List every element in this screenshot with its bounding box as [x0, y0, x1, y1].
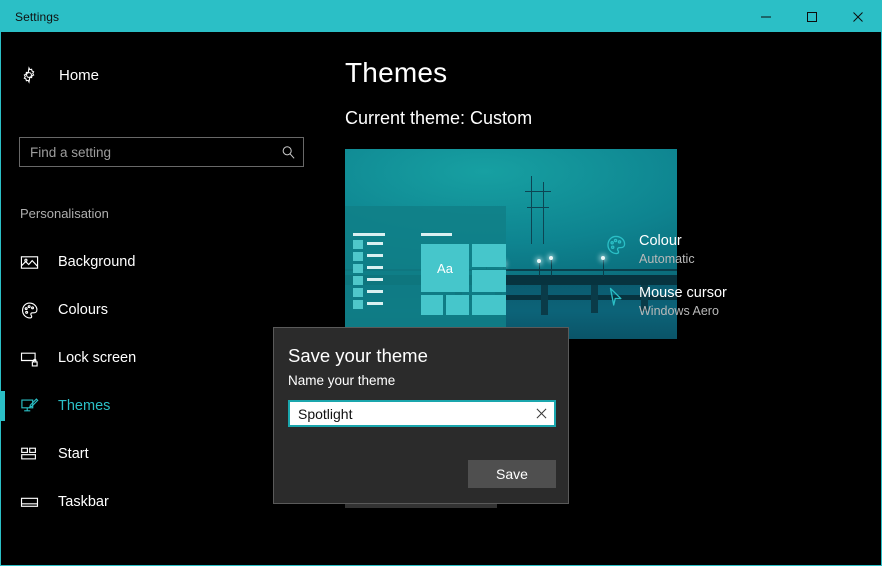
- dialog-save-button[interactable]: Save: [468, 460, 556, 488]
- sidebar-item-label: Start: [58, 446, 89, 462]
- sidebar-item-label: Themes: [58, 398, 111, 414]
- mock-line: [421, 233, 452, 236]
- gear-icon: [20, 66, 46, 84]
- theme-option-name: Mouse cursor: [639, 285, 727, 301]
- pier-mast-bar: [525, 191, 551, 192]
- mock-tile: [472, 295, 506, 315]
- search-box[interactable]: [19, 137, 304, 167]
- window-body: Home Personalisation: [1, 32, 881, 565]
- mock-line: [367, 290, 383, 293]
- pier-mast-bar: [527, 207, 549, 208]
- mock-line: [367, 302, 383, 305]
- mock-tile: [421, 295, 443, 315]
- current-theme-label: Current theme: Custom: [345, 108, 533, 128]
- sidebar-section-label: Personalisation: [20, 206, 109, 221]
- theme-option-name: Colour: [639, 233, 682, 249]
- mock-line: [367, 242, 383, 245]
- minimize-button[interactable]: [743, 1, 789, 32]
- mock-tile: [446, 295, 469, 315]
- theme-option-mouse-cursor[interactable]: Mouse cursor Windows Aero: [599, 284, 869, 320]
- theme-name-field[interactable]: [288, 400, 556, 427]
- sidebar-item-label: Background: [58, 254, 136, 270]
- themes-icon: [20, 397, 44, 416]
- theme-option-value: Automatic: [639, 252, 695, 266]
- search-input[interactable]: [20, 138, 273, 166]
- window-controls: [743, 1, 881, 32]
- pier-leg: [591, 285, 598, 313]
- dialog-subtitle: Name your theme: [288, 373, 396, 388]
- taskbar-icon: [20, 493, 44, 512]
- mock-chip: [353, 264, 363, 273]
- image-icon: [20, 253, 44, 272]
- mock-tile-aa: Aa: [421, 244, 469, 292]
- lamp-post: [539, 262, 540, 276]
- settings-window: Settings Home Find a setting Personalisa…: [0, 0, 882, 566]
- mock-tile: [472, 244, 506, 267]
- mock-line: [367, 254, 383, 257]
- theme-options-list: Colour Automatic Mouse cursor Windows Ae…: [599, 232, 869, 336]
- theme-option-colour[interactable]: Colour Automatic: [599, 232, 869, 268]
- palette-icon: [599, 232, 633, 256]
- pier-leg: [541, 285, 548, 315]
- theme-name-input[interactable]: [290, 402, 528, 425]
- mock-chip: [353, 276, 363, 285]
- close-button[interactable]: [835, 1, 881, 32]
- home-label: Home: [59, 66, 100, 84]
- mock-chip: [353, 288, 363, 297]
- mock-line: [367, 266, 383, 269]
- dialog-title: Save your theme: [288, 345, 428, 366]
- mock-chip: [353, 240, 363, 249]
- window-title: Settings: [15, 9, 60, 24]
- clear-icon[interactable]: [528, 402, 554, 425]
- save-theme-dialog: Save your theme Name your theme Save: [273, 327, 569, 504]
- lamp-post: [551, 259, 552, 276]
- pier-lamp: [537, 259, 541, 263]
- sidebar-item-label: Colours: [58, 302, 108, 318]
- mock-tile: [472, 270, 506, 292]
- tile-aa-label: Aa: [437, 260, 453, 276]
- palette-icon: [20, 301, 44, 320]
- sidebar-item-home[interactable]: Home: [1, 56, 301, 94]
- cursor-icon: [599, 284, 633, 308]
- title-bar: Settings: [1, 1, 881, 32]
- search-icon[interactable]: [273, 138, 303, 166]
- lockscreen-icon: [20, 349, 44, 368]
- mock-line: [353, 233, 385, 236]
- mock-chip: [353, 300, 363, 309]
- theme-option-value: Windows Aero: [639, 304, 719, 318]
- pier-lamp: [549, 256, 553, 260]
- start-tiles-icon: [20, 445, 44, 464]
- page-title: Themes: [345, 57, 448, 88]
- sidebar-item-label: Taskbar: [58, 494, 109, 510]
- mock-chip: [353, 252, 363, 261]
- pier-mast: [531, 176, 532, 244]
- sidebar-item-label: Lock screen: [58, 350, 137, 366]
- maximize-button[interactable]: [789, 1, 835, 32]
- sidebar-item-background[interactable]: Background: [1, 238, 331, 286]
- preview-start-menu-mock: Aa: [345, 206, 506, 339]
- mock-line: [367, 278, 383, 281]
